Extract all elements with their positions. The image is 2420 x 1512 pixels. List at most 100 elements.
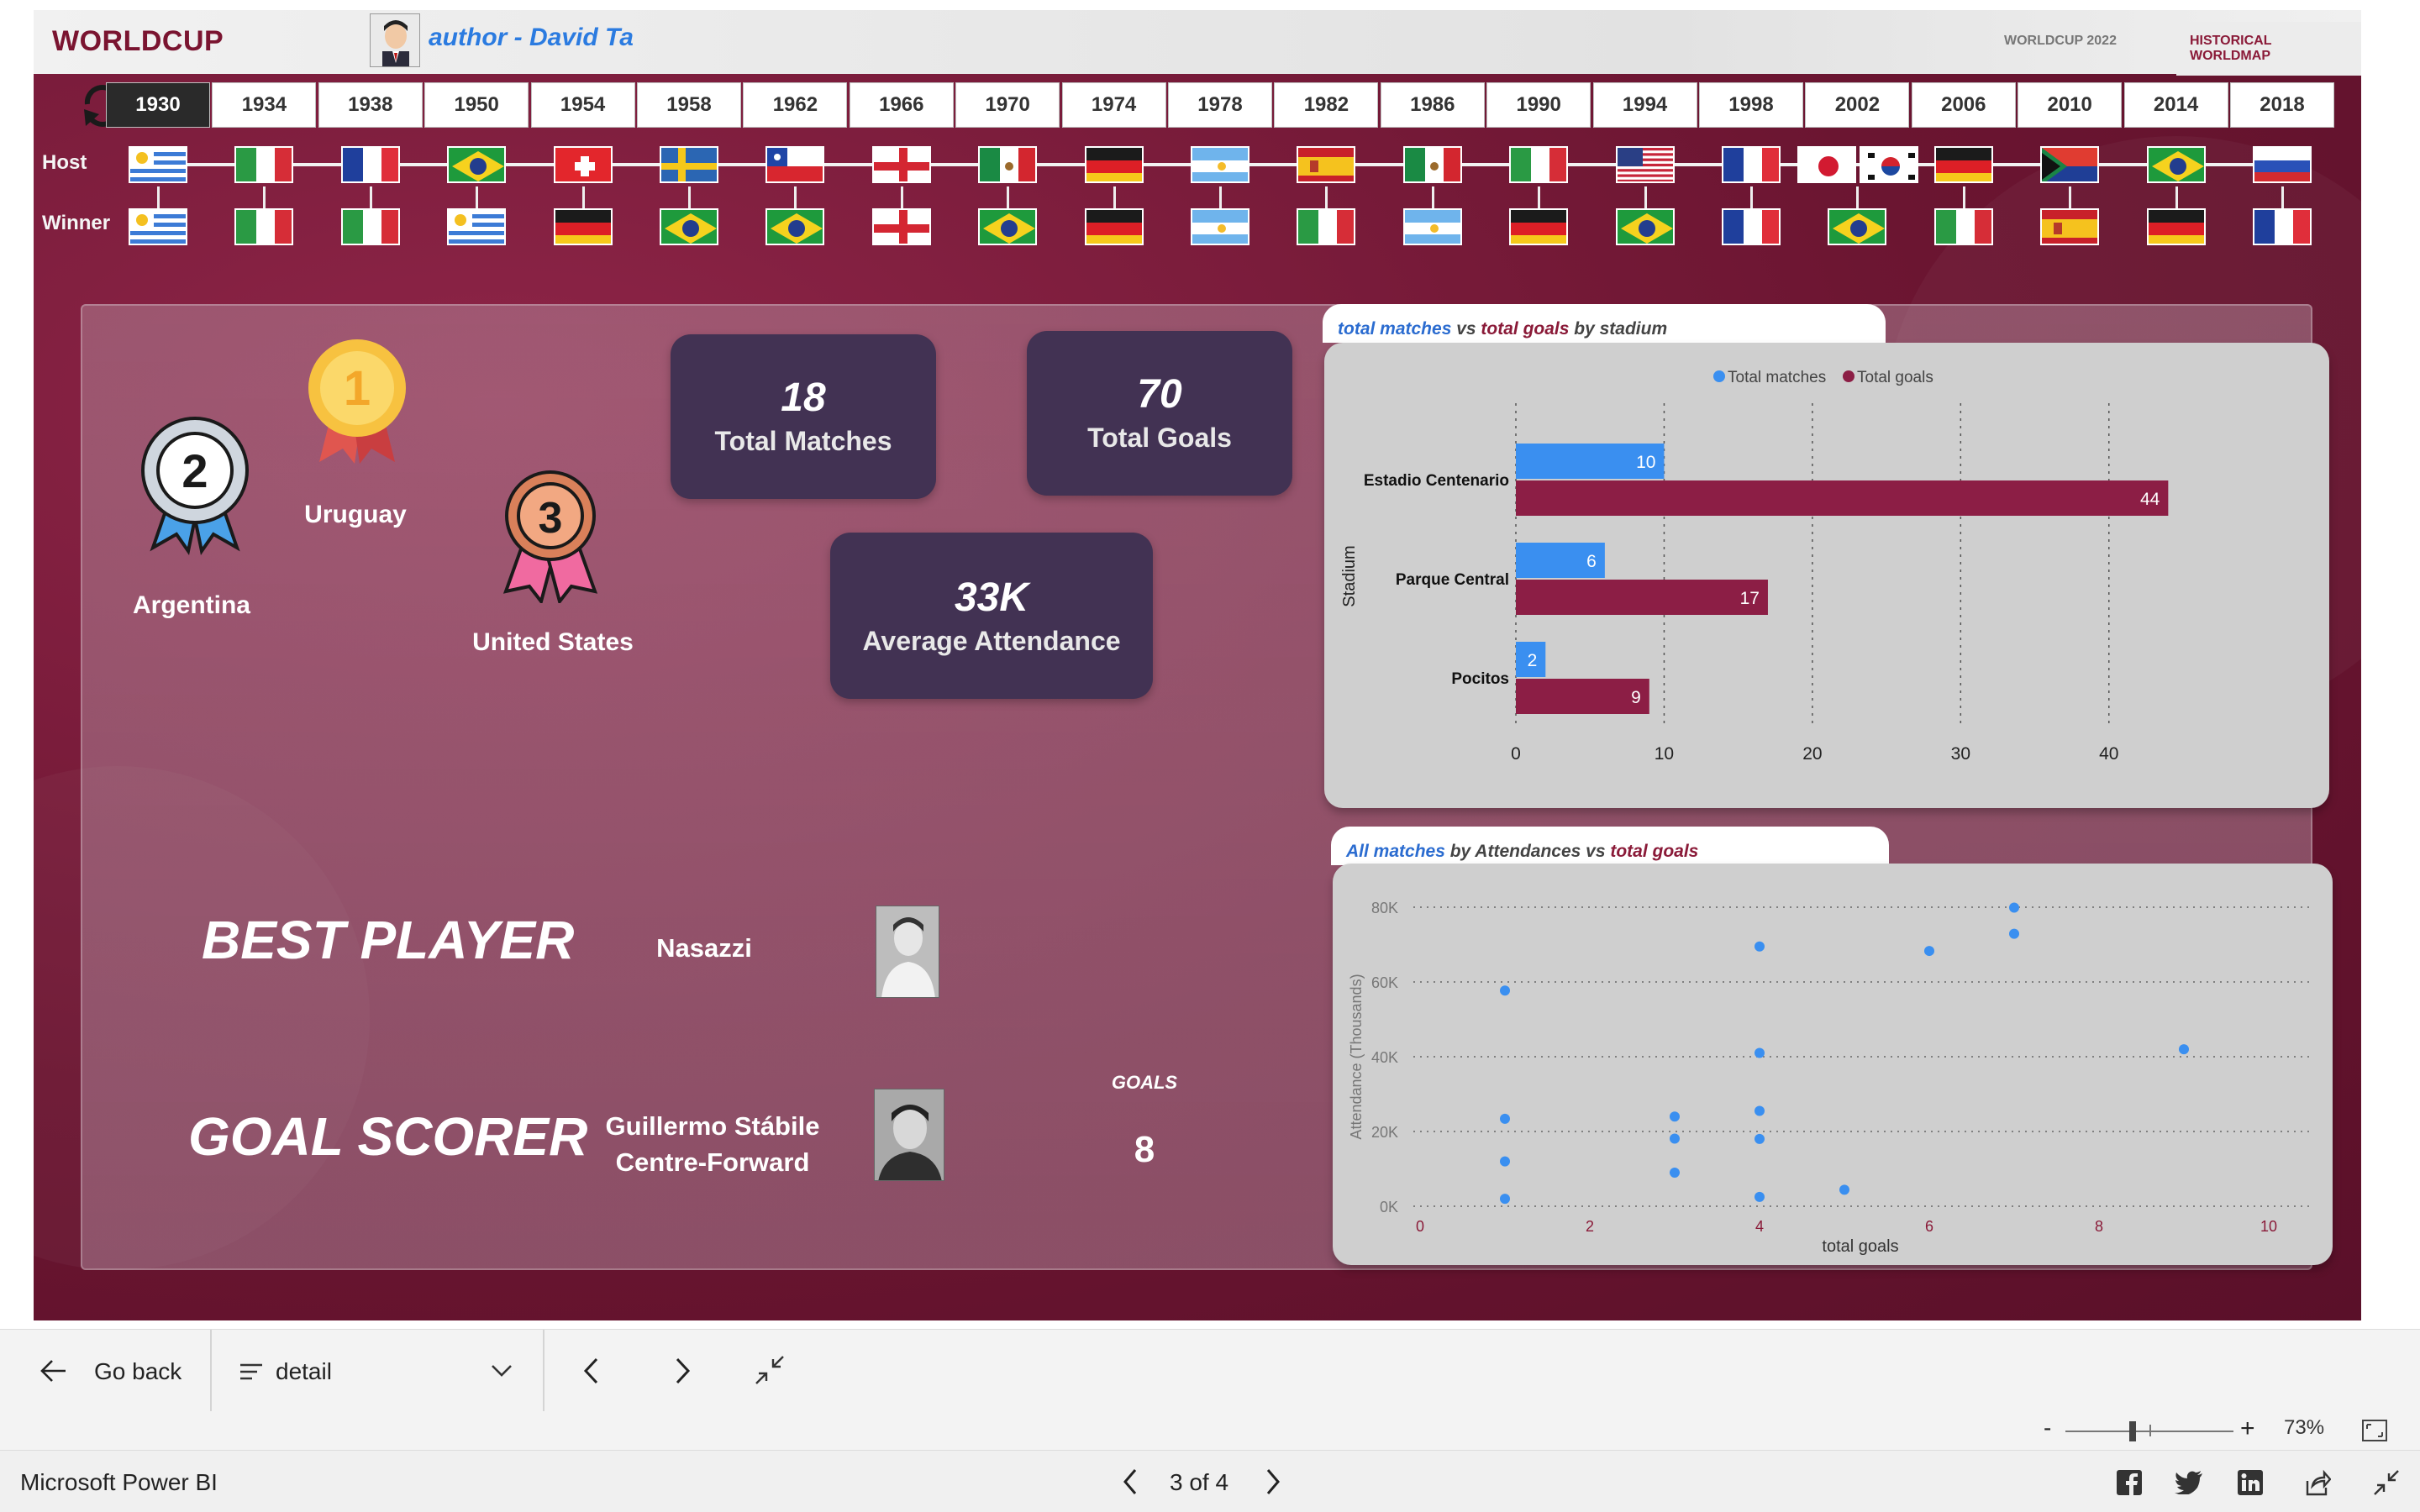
year-tab-1958[interactable]: 1958 (637, 82, 741, 128)
previous-page-icon[interactable] (1121, 1467, 1139, 1496)
year-tab-1930[interactable]: 1930 (106, 82, 210, 128)
winner-flag-germany-icon (1084, 208, 1144, 245)
year-tab-2014[interactable]: 2014 (2123, 82, 2228, 128)
host-flag-japan-icon (1797, 146, 1857, 183)
kpi-attendance-label: Average Attendance (862, 626, 1121, 656)
exit-fullscreen-icon[interactable] (2373, 1469, 2400, 1496)
scatter-point (1754, 1133, 1765, 1144)
bar-title-part-c: total goals (1481, 319, 1570, 339)
next-page-icon[interactable] (1264, 1467, 1282, 1496)
year-tab-1994[interactable]: 1994 (1592, 82, 1697, 128)
scatter-x-tick: 2 (1586, 1218, 1594, 1235)
year-tab-1990[interactable]: 1990 (1486, 82, 1591, 128)
goal-scorer-heading: GOAL SCORER (188, 1106, 588, 1167)
report-canvas: WORLDCUP author - David Ta WORLDCUP 2022… (34, 10, 2361, 1320)
zoom-bar: - + 73% (0, 1411, 2420, 1450)
kpi-matches-label: Total Matches (714, 426, 892, 456)
zoom-out-button[interactable]: - (2044, 1415, 2051, 1441)
year-tab-1970[interactable]: 1970 (955, 82, 1060, 128)
next-page-icon[interactable] (672, 1357, 692, 1385)
host-flag-spain-icon (1297, 146, 1356, 183)
author-credit: author - David Ta (429, 24, 634, 51)
page-selector[interactable]: detail (276, 1358, 332, 1385)
year-tab-1974[interactable]: 1974 (1061, 82, 1166, 128)
facebook-icon[interactable] (2116, 1469, 2143, 1496)
report-navigation-bar: Go back detail (0, 1329, 2420, 1412)
year-tab-2018[interactable]: 2018 (2230, 82, 2334, 128)
winner-flag-germany-icon (2146, 208, 2206, 245)
zoom-slider[interactable] (2065, 1421, 2233, 1441)
year-tab-1986[interactable]: 1986 (1380, 82, 1485, 128)
fit-to-page-icon[interactable] (2361, 1418, 2388, 1443)
scatter-chart-title: All matches by Attendances vs total goal… (1331, 827, 1889, 865)
scatter-chart-card[interactable]: 0K 20K 40K 60K 80K 0 2 4 6 8 10 total goals Attendan… (1333, 864, 2333, 1265)
scatter-title-part-d: total goals (1605, 842, 1699, 861)
linkedin-icon[interactable] (2237, 1469, 2264, 1496)
bar-legend-label: Total goals (1857, 369, 1933, 386)
scatter-x-axis-label: total goals (1822, 1237, 1898, 1256)
host-flag-italy-icon (234, 146, 294, 183)
scatter-y-tick: 20K (1371, 1124, 1398, 1141)
year-tab-1978[interactable]: 1978 (1168, 82, 1272, 128)
winner-flag-uruguay-icon (447, 208, 507, 245)
nav-historical-worldmap[interactable]: HISTORICAL WORLDMAP (2176, 22, 2361, 76)
bar-x-tick: 20 (1802, 744, 1822, 764)
winner-flag-brazil-icon (765, 208, 825, 245)
year-tab-1938[interactable]: 1938 (318, 82, 423, 128)
year-tab-2006[interactable]: 2006 (1911, 82, 2016, 128)
host-flag-italy-icon (1509, 146, 1569, 183)
scatter-x-tick: 8 (2095, 1218, 2103, 1235)
winner-flag-brazil-icon (1615, 208, 1675, 245)
app-name: Microsoft Power BI (20, 1469, 218, 1495)
back-arrow-icon[interactable] (39, 1358, 67, 1383)
nav-worldcup-2022[interactable]: WORLDCUP 2022 (2004, 34, 2117, 49)
host-flag-argentina-icon (1191, 146, 1249, 183)
scatter-point (1754, 1105, 1765, 1116)
host-flag-france-icon (340, 146, 400, 183)
year-tab-1982[interactable]: 1982 (1274, 82, 1379, 128)
year-tab-1966[interactable]: 1966 (849, 82, 954, 128)
year-tab-1934[interactable]: 1934 (212, 82, 317, 128)
share-icon[interactable] (2304, 1469, 2332, 1496)
report-header: WORLDCUP author - David Ta WORLDCUP 2022… (34, 10, 2361, 76)
first-place-team: Uruguay (304, 501, 407, 528)
bar-chart-card[interactable]: 0 10 20 30 40 Stadium Total matches Total goals… (1324, 343, 2329, 808)
winner-flag-germany-icon (1509, 208, 1569, 245)
host-flag-germany-icon (1933, 146, 1993, 183)
year-tab-1998[interactable]: 1998 (1699, 82, 1803, 128)
scatter-point (1670, 1111, 1680, 1122)
go-back-button[interactable]: Go back (94, 1358, 182, 1385)
zoom-thumb[interactable] (2129, 1421, 2136, 1441)
host-flag-brazil-icon (447, 146, 507, 183)
year-tab-1962[interactable]: 1962 (743, 82, 848, 128)
zoom-in-button[interactable]: + (2240, 1415, 2255, 1443)
chevron-down-icon[interactable] (491, 1362, 513, 1378)
exit-focus-mode-icon[interactable] (755, 1355, 785, 1385)
year-tab-2010[interactable]: 2010 (2018, 82, 2123, 128)
bar-goals (1516, 679, 1649, 714)
goal-scorer-position: Centre-Forward (615, 1147, 810, 1177)
year-tab-1950[interactable]: 1950 (424, 82, 529, 128)
scatter-point (2179, 1044, 2189, 1055)
scatter-point (1924, 946, 1934, 957)
bar-title-part-d: by stadium (1569, 319, 1668, 339)
previous-page-icon[interactable] (581, 1357, 602, 1385)
bar-data-label: 44 (2140, 490, 2160, 509)
kpi-average-attendance: 33K Average Attendance (830, 533, 1153, 699)
zoom-level: 73% (2284, 1416, 2325, 1439)
divider (543, 1330, 544, 1412)
kpi-attendance-value: 33K (954, 575, 1029, 620)
kpi-goals-value: 70 (1137, 372, 1182, 417)
host-flag-brazil-icon (2146, 146, 2206, 183)
year-tab-2002[interactable]: 2002 (1805, 82, 1910, 128)
winner-flag-argentina-icon (1191, 208, 1249, 245)
scatter-point (1754, 1191, 1765, 1202)
year-tab-1954[interactable]: 1954 (530, 82, 635, 128)
scatter-x-tick: 4 (1755, 1218, 1764, 1235)
goals-label: GOALS (1111, 1072, 1178, 1093)
scatter-y-tick: 80K (1371, 900, 1398, 916)
best-player-photo (876, 906, 939, 998)
twitter-icon[interactable] (2175, 1471, 2203, 1495)
bar-goals (1516, 580, 1768, 615)
winner-flag-brazil-icon (660, 208, 718, 245)
